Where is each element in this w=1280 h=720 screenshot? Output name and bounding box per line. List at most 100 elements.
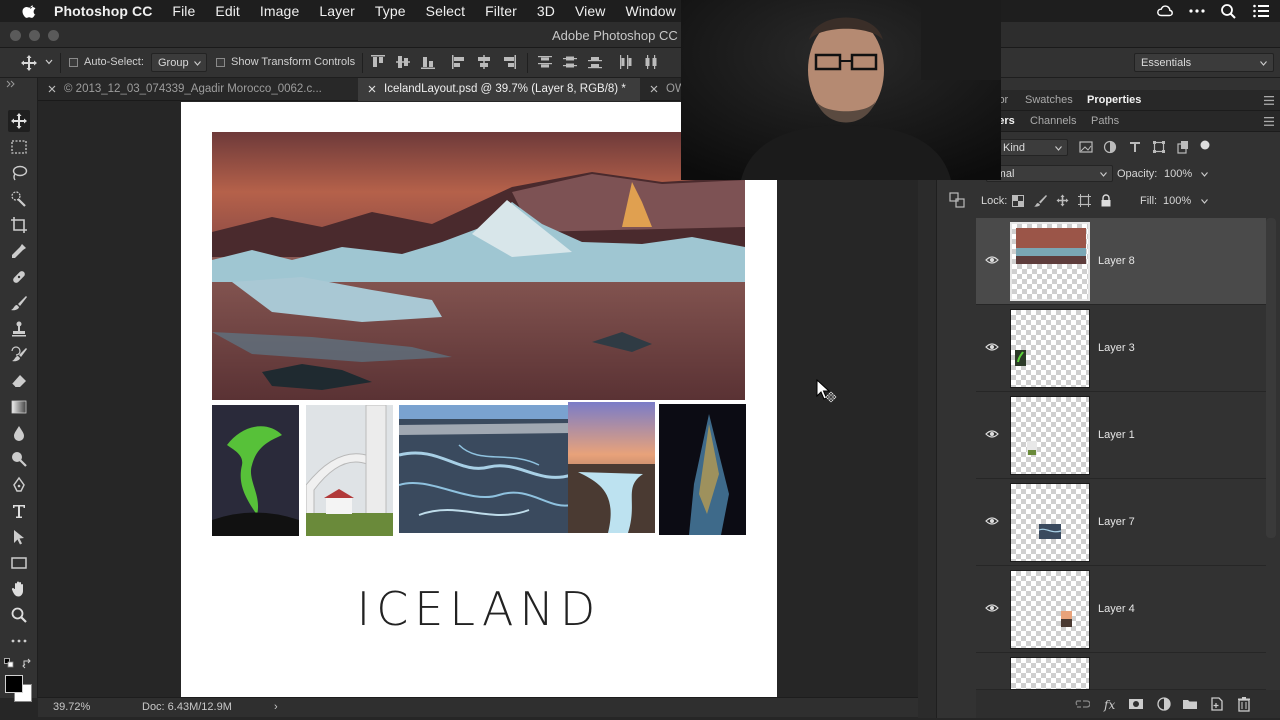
align-right-edges-icon[interactable]: [501, 54, 517, 70]
photo-blue-rock[interactable]: [659, 404, 746, 535]
menu-layer[interactable]: Layer: [319, 3, 355, 19]
move-tool-preset-icon[interactable]: [20, 54, 38, 72]
fill-value[interactable]: 100%: [1163, 195, 1191, 207]
layers-scrollbar[interactable]: [1266, 218, 1276, 538]
filter-shape-layers-icon[interactable]: [1152, 140, 1166, 154]
gradient-tool[interactable]: [8, 396, 30, 418]
layer-kind-filter[interactable]: Kind: [996, 139, 1068, 156]
opacity-value[interactable]: 100%: [1164, 168, 1192, 180]
new-group-folder-icon[interactable]: [1182, 696, 1198, 712]
brush-tool[interactable]: [8, 292, 30, 314]
path-selection-tool[interactable]: [8, 526, 30, 548]
menu-filter[interactable]: Filter: [485, 3, 517, 19]
eye-icon[interactable]: [985, 429, 999, 439]
blend-mode-select[interactable]: rmal: [986, 165, 1113, 182]
photo-waterfall-dusk[interactable]: [568, 402, 655, 533]
distribute-horizontal-centers-icon[interactable]: [643, 54, 659, 70]
crop-tool[interactable]: [8, 214, 30, 236]
layer-name[interactable]: Layer 7: [1098, 516, 1135, 528]
dodge-tool[interactable]: [8, 448, 30, 470]
layer-row[interactable]: Layer 1: [976, 392, 1266, 479]
eraser-tool[interactable]: [8, 370, 30, 392]
foreground-color-swatch[interactable]: [5, 675, 23, 693]
window-minimize-button[interactable]: [29, 30, 40, 41]
filter-toggle-icon[interactable]: [1200, 140, 1210, 150]
delete-layer-trash-icon[interactable]: [1236, 696, 1252, 712]
filter-type-layers-icon[interactable]: [1128, 140, 1142, 154]
tab-properties[interactable]: Properties: [1087, 94, 1141, 106]
photo-braided-river[interactable]: [399, 405, 571, 533]
canvas-area[interactable]: ICELAND: [38, 101, 918, 697]
photo-glacier-lagoon[interactable]: [212, 132, 745, 400]
filter-adjustment-layers-icon[interactable]: [1103, 140, 1117, 154]
align-horizontal-centers-icon[interactable]: [476, 54, 492, 70]
lock-image-pixels-icon[interactable]: [1034, 194, 1047, 207]
spotlight-search-icon[interactable]: [1220, 3, 1238, 19]
notification-center-icon[interactable]: [1252, 3, 1270, 19]
blur-tool[interactable]: [8, 422, 30, 444]
close-icon[interactable]: [368, 85, 376, 93]
layer-row[interactable]: Layer 3: [976, 305, 1266, 392]
new-layer-icon[interactable]: [1209, 696, 1225, 712]
eyedropper-tool[interactable]: [8, 240, 30, 262]
distribute-vertical-centers-icon[interactable]: [562, 54, 578, 70]
auto-select-checkbox[interactable]: [69, 58, 78, 67]
menu-window[interactable]: Window: [625, 3, 675, 19]
lock-artboard-icon[interactable]: [1078, 194, 1091, 207]
lasso-tool[interactable]: [8, 162, 30, 184]
new-adjustment-layer-icon[interactable]: [1156, 696, 1172, 712]
tool-preset-chevron-icon[interactable]: [45, 58, 53, 66]
panel-menu-icon[interactable]: [1264, 96, 1274, 105]
type-tool[interactable]: [8, 500, 30, 522]
menu-type[interactable]: Type: [375, 3, 406, 19]
photo-church-arch[interactable]: [306, 405, 393, 536]
photo-aurora[interactable]: [212, 405, 299, 536]
edit-toolbar-button[interactable]: [8, 630, 30, 652]
apple-icon[interactable]: [20, 3, 40, 19]
eye-icon[interactable]: [985, 516, 999, 526]
tab-iceland-layout[interactable]: IcelandLayout.psd @ 39.7% (Layer 8, RGB/…: [358, 78, 640, 101]
tab-channels[interactable]: Channels: [1030, 115, 1076, 127]
align-left-edges-icon[interactable]: [451, 54, 467, 70]
add-layer-mask-icon[interactable]: [1128, 696, 1144, 712]
pen-tool[interactable]: [8, 474, 30, 496]
quick-selection-tool[interactable]: [8, 188, 30, 210]
distribute-bottom-edges-icon[interactable]: [587, 54, 603, 70]
panel-menu-icon[interactable]: [1264, 117, 1274, 126]
close-icon[interactable]: [48, 85, 56, 93]
layer-name[interactable]: Layer 8: [1098, 255, 1135, 267]
menu-image[interactable]: Image: [260, 3, 299, 19]
layer-name[interactable]: Layer 4: [1098, 603, 1135, 615]
align-vertical-centers-icon[interactable]: [395, 54, 411, 70]
close-icon[interactable]: [650, 85, 658, 93]
default-colors-icon[interactable]: [4, 658, 14, 668]
auto-select-dropdown[interactable]: Group: [151, 53, 207, 72]
link-layers-icon[interactable]: [1074, 696, 1090, 712]
clone-stamp-tool[interactable]: [8, 318, 30, 340]
move-tool[interactable]: [8, 110, 30, 132]
tab-agadir-morocco[interactable]: © 2013_12_03_074339_Agadir Morocco_0062.…: [38, 78, 358, 101]
tab-ow[interactable]: OW: [640, 78, 686, 101]
workspace-switcher[interactable]: Essentials: [1134, 53, 1274, 72]
properties-panel-icon[interactable]: [947, 190, 967, 210]
lock-all-icon[interactable]: [1100, 194, 1112, 207]
align-top-edges-icon[interactable]: [370, 54, 386, 70]
history-brush-tool[interactable]: [8, 344, 30, 366]
healing-brush-tool[interactable]: [8, 266, 30, 288]
layer-row-partial[interactable]: [976, 653, 1266, 690]
layer-name[interactable]: Layer 1: [1098, 429, 1135, 441]
lock-position-icon[interactable]: [1056, 194, 1069, 207]
show-transform-controls-checkbox[interactable]: [216, 58, 225, 67]
layer-row[interactable]: Layer 4: [976, 566, 1266, 653]
layer-style-fx-icon[interactable]: fx: [1102, 696, 1118, 712]
hand-tool[interactable]: [8, 578, 30, 600]
rectangle-tool[interactable]: [8, 552, 30, 574]
menu-select[interactable]: Select: [426, 3, 466, 19]
menu-file[interactable]: File: [172, 3, 195, 19]
menu-app-name[interactable]: Photoshop CC: [54, 3, 152, 19]
eye-icon[interactable]: [985, 603, 999, 613]
chevron-down-icon[interactable]: [1201, 199, 1208, 204]
creative-cloud-icon[interactable]: [1156, 3, 1174, 19]
swap-colors-icon[interactable]: [22, 658, 33, 669]
zoom-tool[interactable]: [8, 604, 30, 626]
